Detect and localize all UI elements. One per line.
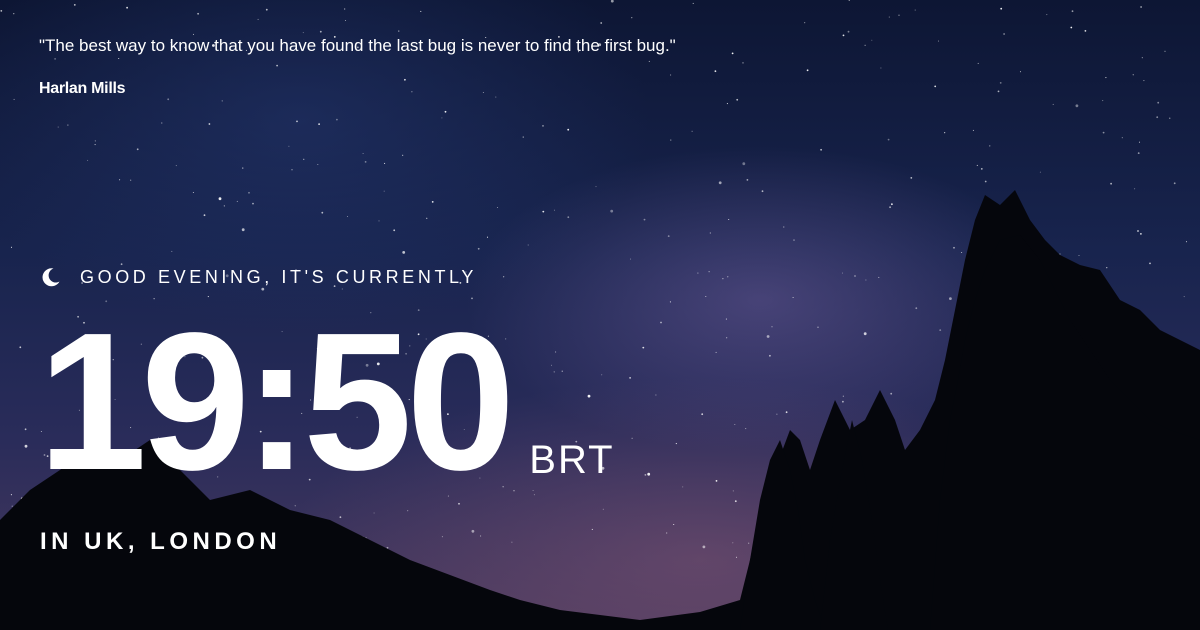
greeting-text: GOOD EVENING, IT'S CURRENTLY — [80, 266, 477, 287]
timezone-abbreviation: BRT — [529, 438, 615, 482]
location-text: IN UK, LONDON — [40, 528, 282, 555]
quote-block: "The best way to know that you have foun… — [39, 34, 839, 98]
greeting-row: GOOD EVENING, IT'S CURRENTLY — [40, 266, 477, 288]
quote-author: Harlan Mills — [39, 80, 126, 97]
current-time: 19:50 — [38, 292, 515, 511]
quote-text: "The best way to know that you have foun… — [39, 36, 676, 55]
moon-icon — [40, 266, 62, 288]
time-row: 19:50 BRT — [38, 292, 615, 511]
clock-app: "The best way to know that you have foun… — [0, 0, 1200, 630]
